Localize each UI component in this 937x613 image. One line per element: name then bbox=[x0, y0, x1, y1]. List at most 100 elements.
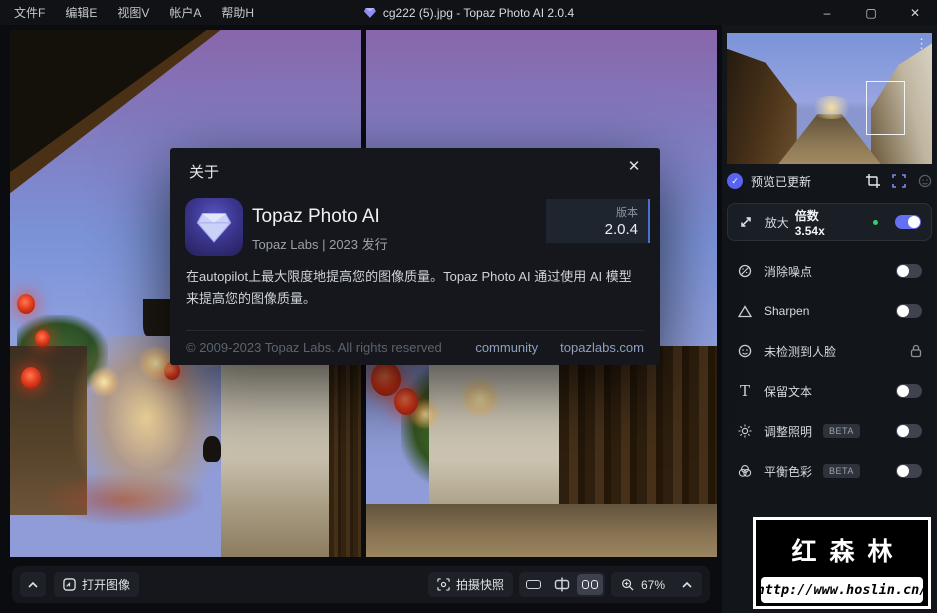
collapse-panel-button[interactable] bbox=[20, 572, 46, 597]
side-by-side-icon bbox=[581, 580, 589, 589]
photo-light-glow bbox=[457, 377, 504, 418]
window-controls: – ▢ ✕ bbox=[805, 0, 937, 25]
tool-label: 平衡色彩 bbox=[764, 464, 813, 479]
preview-status-row: ✓ 预览已更新 bbox=[727, 168, 932, 194]
face-icon bbox=[737, 344, 753, 358]
sharpen-icon bbox=[737, 304, 753, 318]
photo-figure bbox=[203, 435, 222, 462]
watermark-overlay: 红森林 http://www.hoslin.cn/ bbox=[753, 517, 931, 609]
autopilot-dot bbox=[873, 219, 878, 225]
photo-lantern bbox=[20, 367, 41, 390]
split-view-button[interactable] bbox=[549, 574, 575, 595]
side-by-side-icon bbox=[590, 580, 598, 589]
photo-lantern bbox=[34, 330, 50, 348]
photo-lantern bbox=[17, 293, 36, 314]
titlebar: 文件F 编辑E 视图V 帐户A 帮助H cg222 (5).jpg - Topa… bbox=[0, 0, 937, 25]
zoom-level: 67% bbox=[640, 577, 665, 592]
preview-status: 预览已更新 bbox=[751, 174, 812, 189]
face-preview-icon[interactable] bbox=[918, 174, 932, 188]
tool-upscale[interactable]: 放大 倍数 3.54x bbox=[727, 203, 932, 241]
chevron-up-icon bbox=[28, 581, 38, 588]
upscale-toggle[interactable] bbox=[895, 215, 921, 229]
menu-file[interactable]: 文件F bbox=[6, 2, 53, 23]
tool-label: 未检测到人脸 bbox=[764, 344, 837, 359]
community-link[interactable]: community bbox=[475, 340, 538, 355]
app-name: Topaz Photo AI bbox=[252, 206, 380, 227]
tool-face-recovery[interactable]: 未检测到人脸 bbox=[727, 331, 932, 371]
denoise-icon bbox=[737, 264, 753, 278]
zoom-control[interactable]: 67% bbox=[610, 572, 702, 597]
tool-label: 放大 bbox=[764, 215, 789, 230]
chevron-up-icon bbox=[682, 581, 692, 588]
balance-color-toggle[interactable] bbox=[896, 464, 922, 478]
text-icon: T bbox=[739, 382, 750, 400]
website-link[interactable]: topazlabs.com bbox=[560, 340, 644, 355]
beta-badge: BETA bbox=[823, 464, 860, 478]
denoise-toggle[interactable] bbox=[896, 264, 922, 278]
tool-label: 消除噪点 bbox=[764, 264, 813, 279]
open-image-button[interactable]: 打开图像 bbox=[54, 572, 140, 597]
enlarge-icon bbox=[738, 215, 754, 229]
version-number: 2.0.4 bbox=[604, 221, 638, 238]
menu-view[interactable]: 视图V bbox=[109, 2, 157, 23]
dialog-close-icon[interactable]: ✕ bbox=[624, 156, 644, 176]
view-controls: 拍摄快照 67% bbox=[427, 572, 702, 597]
watermark-title: 红森林 bbox=[791, 538, 906, 566]
check-icon: ✓ bbox=[727, 173, 743, 189]
app-window: 文件F 编辑E 视图V 帐户A 帮助H cg222 (5).jpg - Topa… bbox=[0, 0, 937, 613]
single-view-icon bbox=[526, 580, 542, 589]
side-by-side-view-button[interactable] bbox=[576, 574, 603, 595]
diamond-logo-icon bbox=[196, 213, 232, 243]
tool-label: 调整照明 bbox=[764, 424, 813, 439]
crop-icon[interactable] bbox=[866, 174, 880, 188]
single-view-button[interactable] bbox=[521, 574, 547, 595]
about-dialog: 关于 ✕ Topaz Photo AI Topaz Labs | 2023 发行… bbox=[170, 148, 660, 365]
snapshot-button[interactable]: 拍摄快照 bbox=[427, 572, 513, 597]
tool-balance-color[interactable]: 平衡色彩 BETA bbox=[727, 451, 932, 491]
zoom-icon bbox=[622, 579, 634, 591]
adjust-lighting-toggle[interactable] bbox=[896, 424, 922, 438]
app-logo-icon bbox=[363, 8, 376, 18]
tools-panel: 放大 倍数 3.54x 消除噪点 Sharpen 未检测到人脸 T 保留文本 调… bbox=[727, 203, 932, 491]
version-box: 版本 2.0.4 bbox=[546, 199, 650, 243]
beta-badge: BETA bbox=[823, 424, 860, 438]
preserve-text-toggle[interactable] bbox=[896, 384, 922, 398]
minimize-icon[interactable]: – bbox=[805, 0, 849, 25]
lock-icon bbox=[910, 344, 922, 358]
app-logo bbox=[185, 198, 243, 256]
open-image-icon bbox=[63, 578, 76, 591]
dialog-footer: © 2009-2023 Topaz Labs. All rights reser… bbox=[186, 340, 644, 355]
split-view-icon bbox=[554, 577, 570, 592]
sharpen-toggle[interactable] bbox=[896, 304, 922, 318]
tool-sharpen[interactable]: Sharpen bbox=[727, 291, 932, 331]
watermark-url: http://www.hoslin.cn/ bbox=[757, 577, 927, 603]
view-mode-group bbox=[518, 572, 605, 597]
fullscreen-icon[interactable] bbox=[892, 174, 906, 188]
kebab-menu-icon[interactable]: ⋮ bbox=[915, 37, 928, 50]
version-label: 版本 bbox=[616, 207, 638, 219]
color-balance-icon bbox=[737, 464, 753, 478]
menu-edit[interactable]: 编辑E bbox=[57, 2, 105, 23]
menu-account[interactable]: 帐户A bbox=[161, 2, 209, 23]
copyright-text: © 2009-2023 Topaz Labs. All rights reser… bbox=[186, 340, 442, 355]
maximize-icon[interactable]: ▢ bbox=[849, 0, 893, 25]
tool-denoise[interactable]: 消除噪点 bbox=[727, 251, 932, 291]
tool-label: 保留文本 bbox=[764, 384, 813, 399]
photo-street bbox=[366, 504, 717, 557]
navigator-thumbnail[interactable]: ⋮ bbox=[727, 33, 932, 164]
divider bbox=[186, 330, 644, 331]
dialog-title: 关于 bbox=[189, 164, 220, 181]
lighting-icon bbox=[737, 424, 753, 438]
menu-bar: 文件F 编辑E 视图V 帐户A 帮助H bbox=[0, 2, 262, 23]
tool-label: Sharpen bbox=[764, 304, 810, 318]
viewport-rectangle[interactable] bbox=[866, 81, 906, 136]
menu-help[interactable]: 帮助H bbox=[213, 2, 262, 23]
publisher: Topaz Labs | 2023 发行 bbox=[252, 237, 388, 252]
tool-adjust-lighting[interactable]: 调整照明 BETA bbox=[727, 411, 932, 451]
tool-preserve-text[interactable]: T 保留文本 bbox=[727, 371, 932, 411]
bottom-toolbar: 打开图像 拍摄快照 67% bbox=[12, 566, 710, 603]
tool-value: 倍数 3.54x bbox=[794, 208, 825, 238]
close-icon[interactable]: ✕ bbox=[893, 0, 937, 25]
dialog-description: 在autopilot上最大限度地提高您的图像质量。Topaz Photo AI … bbox=[186, 269, 632, 307]
window-title: cg222 (5).jpg - Topaz Photo AI 2.0.4 bbox=[363, 6, 574, 20]
